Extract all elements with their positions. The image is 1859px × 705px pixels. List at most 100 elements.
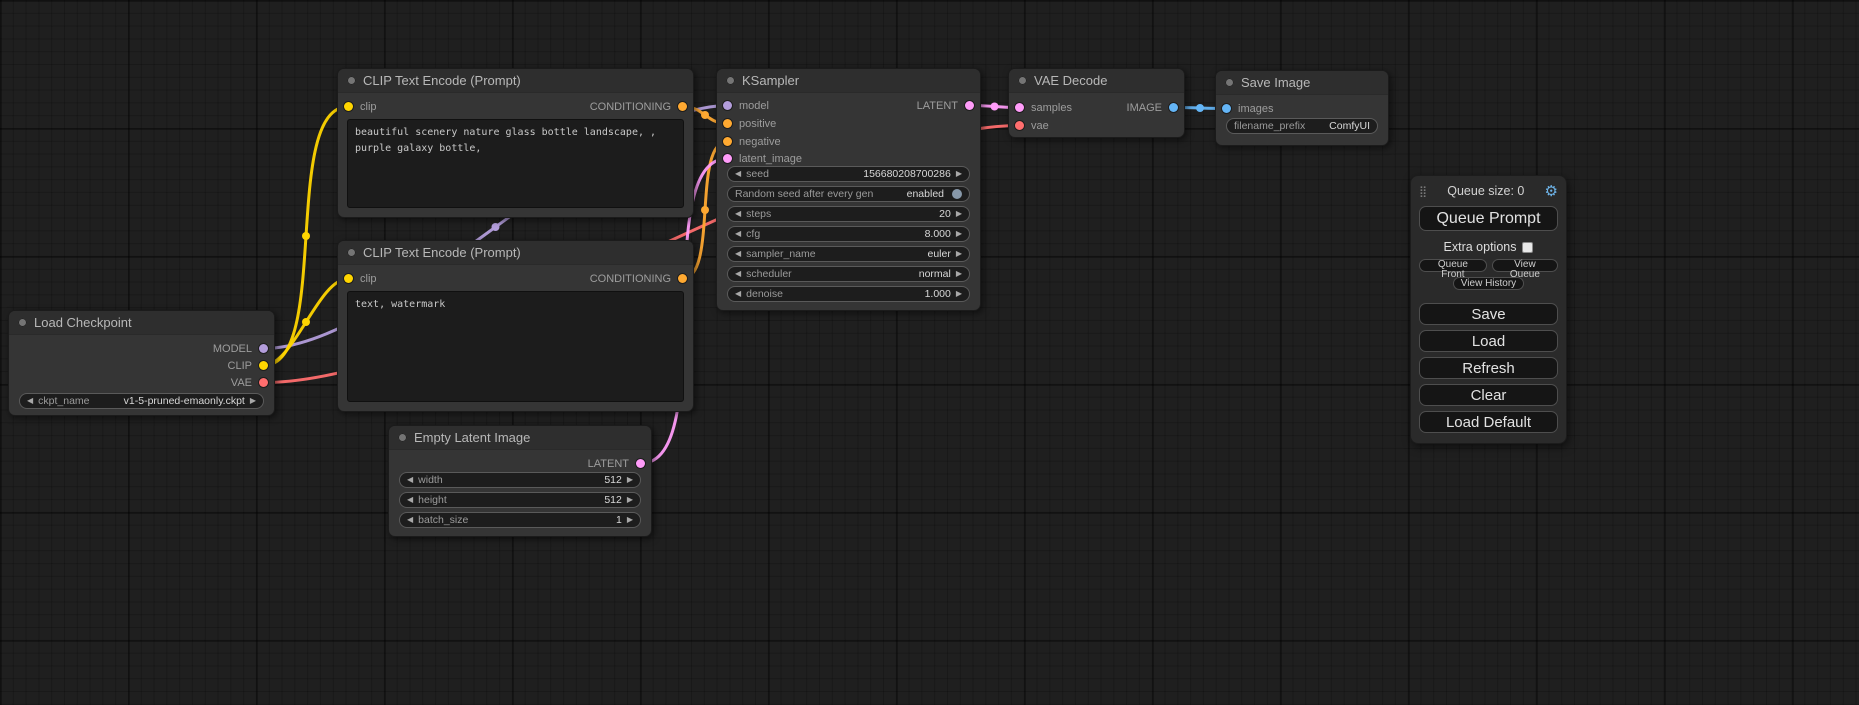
decrement-arrow-icon[interactable]: ◀ — [735, 230, 741, 238]
decrement-arrow-icon[interactable]: ◀ — [735, 210, 741, 218]
input-dot-clip[interactable] — [344, 102, 353, 111]
node-collapse-dot[interactable] — [398, 433, 407, 442]
clear-button[interactable]: Clear — [1419, 384, 1558, 406]
input-dot-positive[interactable] — [723, 119, 732, 128]
increment-arrow-icon[interactable]: ▶ — [956, 230, 962, 238]
node-collapse-dot[interactable] — [347, 248, 356, 257]
link-midpoint-dot[interactable] — [492, 223, 500, 231]
settings-gear-icon[interactable]: ⚙ — [1545, 182, 1558, 200]
node-save-image[interactable]: Save Image images filename_prefix ComfyU… — [1215, 70, 1389, 146]
node-clip-text-encode-negative[interactable]: CLIP Text Encode (Prompt) clip CONDITION… — [337, 240, 694, 412]
widget-height[interactable]: ◀ height 512 ▶ — [399, 492, 641, 508]
save-button[interactable]: Save — [1419, 303, 1558, 325]
output-dot-latent[interactable] — [636, 459, 645, 468]
increment-arrow-icon[interactable]: ▶ — [627, 516, 633, 524]
input-dot-vae[interactable] — [1015, 121, 1024, 130]
output-dot-clip[interactable] — [259, 361, 268, 370]
increment-arrow-icon[interactable]: ▶ — [956, 290, 962, 298]
decrement-arrow-icon[interactable]: ◀ — [407, 496, 413, 504]
load-default-button[interactable]: Load Default — [1419, 411, 1558, 433]
output-dot-conditioning[interactable] — [678, 102, 687, 111]
link-midpoint-dot[interactable] — [991, 103, 999, 111]
increment-arrow-icon[interactable]: ▶ — [956, 170, 962, 178]
link-midpoint-dot[interactable] — [302, 232, 310, 240]
node-graph-canvas[interactable]: Load Checkpoint MODEL CLIP VAE ◀ ckpt_na… — [0, 0, 1859, 705]
decrement-arrow-icon[interactable]: ◀ — [735, 250, 741, 258]
widget-denoise[interactable]: ◀ denoise 1.000 ▶ — [727, 286, 970, 302]
positive-prompt-textarea[interactable]: beautiful scenery nature glass bottle la… — [347, 119, 684, 208]
node-load-checkpoint[interactable]: Load Checkpoint MODEL CLIP VAE ◀ ckpt_na… — [8, 310, 275, 416]
refresh-button[interactable]: Refresh — [1419, 357, 1558, 379]
widget-value: 512 — [604, 474, 622, 486]
node-titlebar[interactable]: Load Checkpoint — [9, 311, 274, 335]
node-collapse-dot[interactable] — [1018, 76, 1027, 85]
link-midpoint-dot[interactable] — [701, 111, 709, 119]
increment-arrow-icon[interactable]: ▶ — [627, 476, 633, 484]
decrement-arrow-icon[interactable]: ◀ — [407, 516, 413, 524]
output-dot-conditioning[interactable] — [678, 274, 687, 283]
increment-arrow-icon[interactable]: ▶ — [956, 270, 962, 278]
node-empty-latent-image[interactable]: Empty Latent Image LATENT ◀ width 512 ▶ … — [388, 425, 652, 537]
extra-options-checkbox[interactable] — [1522, 242, 1533, 253]
input-slot-vae: vae — [1015, 118, 1049, 133]
node-titlebar[interactable]: VAE Decode — [1009, 69, 1184, 93]
widget-ckpt-name[interactable]: ◀ ckpt_name v1-5-pruned-emaonly.ckpt ▶ — [19, 393, 264, 409]
node-titlebar[interactable]: Save Image — [1216, 71, 1388, 95]
node-titlebar[interactable]: Empty Latent Image — [389, 426, 651, 450]
menu-header: ⣿ Queue size: 0 ⚙ — [1419, 182, 1558, 200]
decrement-arrow-icon[interactable]: ◀ — [27, 397, 33, 405]
widget-steps[interactable]: ◀ steps 20 ▶ — [727, 206, 970, 222]
widget-random-seed-toggle[interactable]: Random seed after every gen enabled — [727, 186, 970, 202]
node-vae-decode[interactable]: VAE Decode samples vae IMAGE — [1008, 68, 1185, 138]
link-midpoint-dot[interactable] — [302, 318, 310, 326]
widget-label: batch_size — [418, 514, 468, 526]
increment-arrow-icon[interactable]: ▶ — [956, 250, 962, 258]
node-titlebar[interactable]: KSampler — [717, 69, 980, 93]
widget-filename-prefix[interactable]: filename_prefix ComfyUI — [1226, 118, 1378, 134]
drag-handle-icon[interactable]: ⣿ — [1419, 185, 1427, 198]
widget-seed[interactable]: ◀ seed 156680208700286 ▶ — [727, 166, 970, 182]
input-dot-latent-image[interactable] — [723, 154, 732, 163]
node-collapse-dot[interactable] — [726, 76, 735, 85]
link-midpoint-dot[interactable] — [1196, 104, 1204, 112]
widget-width[interactable]: ◀ width 512 ▶ — [399, 472, 641, 488]
node-clip-text-encode-positive[interactable]: CLIP Text Encode (Prompt) clip CONDITION… — [337, 68, 694, 218]
widget-batch-size[interactable]: ◀ batch_size 1 ▶ — [399, 512, 641, 528]
node-ksampler[interactable]: KSampler model positive negative latent_… — [716, 68, 981, 311]
increment-arrow-icon[interactable]: ▶ — [956, 210, 962, 218]
decrement-arrow-icon[interactable]: ◀ — [407, 476, 413, 484]
load-button[interactable]: Load — [1419, 330, 1558, 352]
increment-arrow-icon[interactable]: ▶ — [250, 397, 256, 405]
increment-arrow-icon[interactable]: ▶ — [627, 496, 633, 504]
node-titlebar[interactable]: CLIP Text Encode (Prompt) — [338, 241, 693, 265]
view-history-button[interactable]: View History — [1453, 277, 1524, 290]
decrement-arrow-icon[interactable]: ◀ — [735, 290, 741, 298]
output-dot-latent[interactable] — [965, 101, 974, 110]
output-dot-image[interactable] — [1169, 103, 1178, 112]
node-collapse-dot[interactable] — [347, 76, 356, 85]
widget-cfg[interactable]: ◀ cfg 8.000 ▶ — [727, 226, 970, 242]
input-dot-clip[interactable] — [344, 274, 353, 283]
widget-scheduler[interactable]: ◀ scheduler normal ▶ — [727, 266, 970, 282]
node-collapse-dot[interactable] — [18, 318, 27, 327]
input-label-negative: negative — [739, 136, 781, 148]
input-dot-samples[interactable] — [1015, 103, 1024, 112]
output-dot-model[interactable] — [259, 344, 268, 353]
widget-value: 156680208700286 — [863, 168, 951, 180]
negative-prompt-textarea[interactable]: text, watermark — [347, 291, 684, 402]
input-dot-model[interactable] — [723, 101, 732, 110]
widget-sampler-name[interactable]: ◀ sampler_name euler ▶ — [727, 246, 970, 262]
node-collapse-dot[interactable] — [1225, 78, 1234, 87]
toggle-knob[interactable] — [952, 189, 962, 199]
view-queue-button[interactable]: View Queue — [1492, 259, 1558, 272]
decrement-arrow-icon[interactable]: ◀ — [735, 270, 741, 278]
queue-prompt-button[interactable]: Queue Prompt — [1419, 206, 1558, 231]
input-dot-negative[interactable] — [723, 137, 732, 146]
input-slot-positive: positive — [723, 116, 776, 131]
decrement-arrow-icon[interactable]: ◀ — [735, 170, 741, 178]
input-dot-images[interactable] — [1222, 104, 1231, 113]
link-midpoint-dot[interactable] — [701, 206, 709, 214]
queue-front-button[interactable]: Queue Front — [1419, 259, 1487, 272]
output-dot-vae[interactable] — [259, 378, 268, 387]
node-titlebar[interactable]: CLIP Text Encode (Prompt) — [338, 69, 693, 93]
